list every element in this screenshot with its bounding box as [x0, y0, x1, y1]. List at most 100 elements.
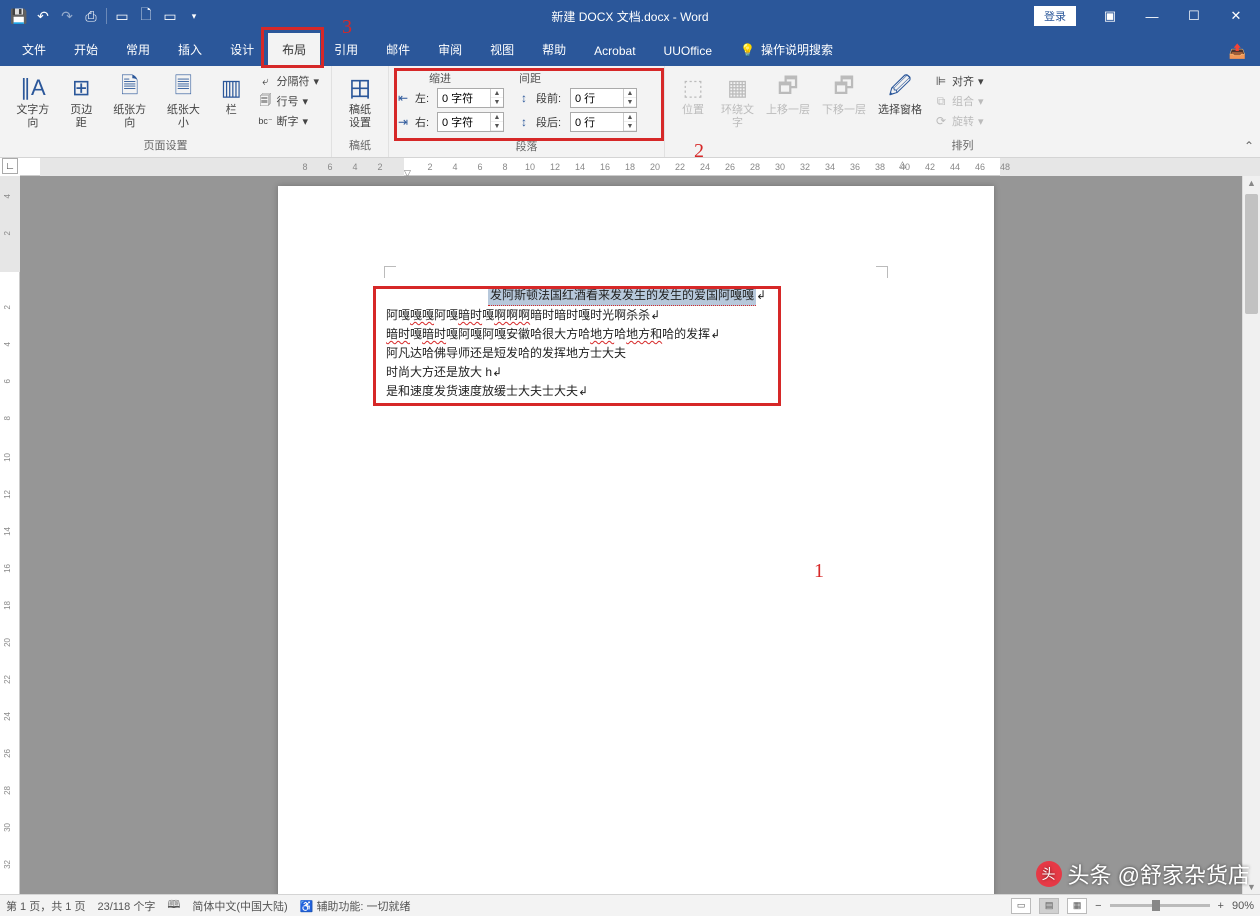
indent-left-icon: ⇤ [395, 91, 411, 105]
qat-icon[interactable]: ▭ [159, 5, 181, 27]
spin-up-icon[interactable]: ▲ [624, 113, 636, 122]
login-button[interactable]: 登录 [1034, 6, 1076, 26]
web-layout-button[interactable]: ▦ [1067, 898, 1087, 914]
zoom-out-button[interactable]: − [1095, 900, 1101, 912]
save-icon[interactable]: 💾 [8, 5, 30, 27]
redo-icon[interactable]: ↷ [56, 5, 78, 27]
tab-view[interactable]: 视图 [476, 33, 528, 66]
text-selected[interactable]: 发阿斯顿法国红酒看来发发生的发生的爱国阿嘎嘎 [488, 286, 756, 306]
annotation-3: 3 [342, 16, 352, 39]
share-icon[interactable]: 📤 [1215, 37, 1260, 66]
title-bar: 💾 ↶ ↷ ⎙ ▭ 🗋 ▭ ▾ 新建 DOCX 文档.docx - Word 登… [0, 0, 1260, 32]
text-line[interactable]: 暗时嘎暗时嘎阿嘎阿嘎安徽哈很大方哈地方哈地方和哈的发挥↲ [386, 325, 886, 344]
breaks-button[interactable]: ⤶分隔符 ▾ [256, 72, 321, 90]
new-doc-icon[interactable]: 🗋 [135, 5, 157, 27]
ruler-tick: 46 [975, 162, 985, 172]
tab-help[interactable]: 帮助 [528, 33, 580, 66]
spin-up-icon[interactable]: ▲ [491, 89, 503, 98]
text-line[interactable]: 是和速度发货速度放缓士大夫士大夫↲ [386, 382, 886, 401]
qat-icon[interactable]: ⎙ [80, 5, 102, 27]
horizontal-ruler[interactable]: ∟ 86422468101214161820222426283032343638… [20, 158, 1260, 176]
spin-down-icon[interactable]: ▼ [624, 122, 636, 131]
document-text[interactable]: 发阿斯顿法国红酒看来发发生的发生的爱国阿嘎嘎↲ 阿嘎嘎嘎阿嘎暗时嘎啊啊啊暗时暗时… [386, 286, 886, 401]
space-before-icon: ↕ [516, 91, 532, 105]
rotate-button[interactable]: ⟳旋转 ▾ [932, 112, 986, 130]
document-page[interactable]: 发阿斯顿法国红酒看来发发生的发生的爱国阿嘎嘎↲ 阿嘎嘎嘎阿嘎暗时嘎啊啊啊暗时暗时… [278, 186, 994, 894]
tell-me-search[interactable]: 💡 操作说明搜索 [726, 33, 847, 66]
undo-icon[interactable]: ↶ [32, 5, 54, 27]
tab-file[interactable]: 文件 [8, 33, 60, 66]
ruler-tick: 12 [550, 162, 560, 172]
ruler-tick: 28 [750, 162, 760, 172]
indent-right-input[interactable]: ▲▼ [437, 112, 504, 132]
ruler-tick: 42 [925, 162, 935, 172]
spell-check-icon[interactable]: 🕮 [167, 896, 180, 915]
spin-up-icon[interactable]: ▲ [491, 113, 503, 122]
zoom-in-button[interactable]: + [1218, 900, 1224, 912]
scroll-thumb[interactable] [1245, 194, 1258, 314]
ruler-right-margin [1000, 158, 1260, 176]
ruler-tick: 8 [502, 162, 507, 172]
columns-button[interactable]: ▥栏 [210, 70, 252, 119]
align-button[interactable]: ⊫对齐 ▾ [932, 72, 986, 90]
tab-selector[interactable]: ∟ [2, 158, 18, 174]
tab-uuoffice[interactable]: UUOffice [650, 36, 726, 66]
vertical-scrollbar[interactable]: ▲ ▼ [1242, 176, 1260, 894]
tab-layout[interactable]: 布局 [268, 33, 320, 66]
spacing-header: 间距 [519, 70, 541, 86]
hyphenation-button[interactable]: bc⁻断字 ▾ [256, 112, 321, 130]
maximize-button[interactable]: ☐ [1174, 4, 1214, 28]
group-icon: ⧉ [934, 94, 948, 108]
collapse-ribbon-icon[interactable]: ⌃ [1244, 139, 1254, 153]
group-button[interactable]: ⧉组合 ▾ [932, 92, 986, 110]
selection-pane-button[interactable]: 🖉选择窗格 [872, 70, 928, 119]
spin-up-icon[interactable]: ▲ [624, 89, 636, 98]
tab-common[interactable]: 常用 [112, 33, 164, 66]
vertical-ruler[interactable]: 422468101214161820222426283032 [0, 176, 20, 894]
qat-icon[interactable]: ▭ [111, 5, 133, 27]
page-count[interactable]: 第 1 页，共 1 页 [6, 898, 85, 914]
tab-review[interactable]: 审阅 [424, 33, 476, 66]
indent-left-input[interactable]: ▲▼ [437, 88, 504, 108]
spin-down-icon[interactable]: ▼ [491, 122, 503, 131]
bring-forward-button: 🗗上移一层 [760, 70, 816, 119]
zoom-slider[interactable] [1110, 904, 1210, 907]
language-status[interactable]: 简体中文(中国大陆) [192, 898, 287, 914]
zoom-level[interactable]: 90% [1232, 900, 1254, 912]
document-area: 422468101214161820222426283032 发阿斯顿法国红酒看… [0, 176, 1260, 894]
text-line[interactable]: 阿嘎嘎嘎阿嘎暗时嘎啊啊啊暗时暗时嘎时光啊杀杀↲ [386, 306, 886, 325]
tab-insert[interactable]: 插入 [164, 33, 216, 66]
close-button[interactable]: ✕ [1216, 4, 1256, 28]
ruler-tick: 18 [3, 601, 15, 610]
margins-button[interactable]: ⊞页边距 [60, 70, 103, 132]
ruler-tick: 12 [3, 490, 15, 499]
space-after-input[interactable]: ▲▼ [570, 112, 637, 132]
tab-acrobat[interactable]: Acrobat [580, 36, 649, 66]
tab-home[interactable]: 开始 [60, 33, 112, 66]
print-layout-button[interactable]: ▤ [1039, 898, 1059, 914]
indent-marker-icon[interactable]: △ [899, 159, 906, 170]
text-line[interactable]: 时尚大方还是放大 h↲ [386, 363, 886, 382]
ruler-tick: 6 [3, 379, 15, 383]
spin-down-icon[interactable]: ▼ [624, 98, 636, 107]
zoom-thumb[interactable] [1152, 900, 1160, 911]
read-mode-button[interactable]: ▭ [1011, 898, 1031, 914]
accessibility-status[interactable]: ♿ 辅助功能: 一切就绪 [300, 898, 411, 914]
tab-mailings[interactable]: 邮件 [372, 33, 424, 66]
minimize-button[interactable]: — [1132, 4, 1172, 28]
manuscript-settings-button[interactable]: 田稿纸 设置 [338, 70, 382, 132]
space-before-input[interactable]: ▲▼ [570, 88, 637, 108]
spin-down-icon[interactable]: ▼ [491, 98, 503, 107]
size-button[interactable]: 🗏纸张大小 [157, 70, 211, 132]
watermark-icon: 头 [1036, 861, 1062, 887]
annotation-2: 2 [694, 140, 704, 163]
ribbon-options-icon[interactable]: ▣ [1090, 4, 1130, 28]
orientation-button[interactable]: 🗎纸张方向 [103, 70, 157, 132]
tab-design[interactable]: 设计 [216, 33, 268, 66]
text-line[interactable]: 阿凡达哈佛导师还是短发哈的发挥地方士大夫 [386, 344, 886, 363]
line-numbers-button[interactable]: 🗐行号 ▾ [256, 92, 321, 110]
word-count[interactable]: 23/118 个字 [97, 898, 155, 914]
text-direction-button[interactable]: ∥A文字方向 [6, 70, 60, 132]
qat-more-icon[interactable]: ▾ [183, 5, 205, 27]
scroll-up-icon[interactable]: ▲ [1243, 176, 1260, 190]
